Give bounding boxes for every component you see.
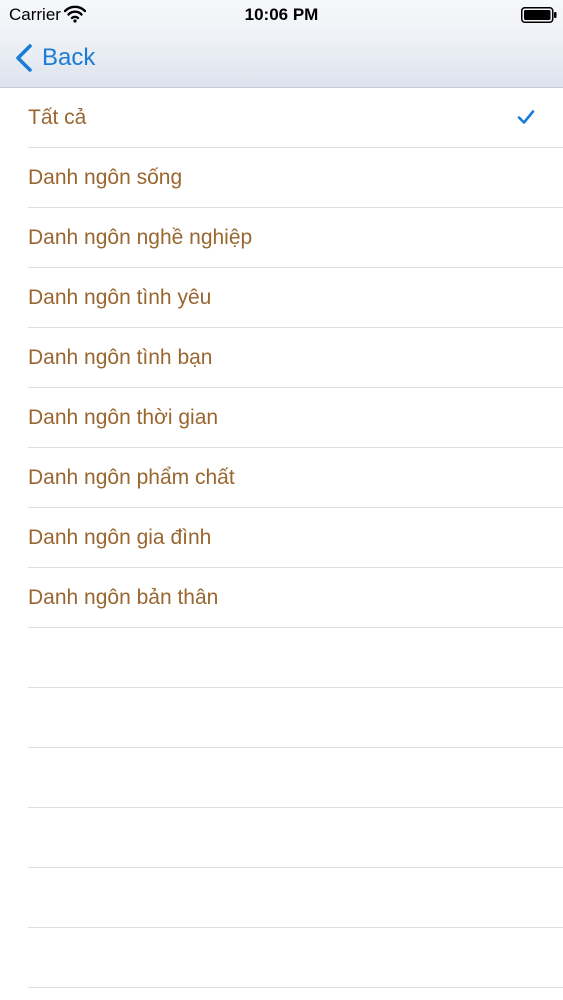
empty-row xyxy=(0,928,563,988)
category-label: Danh ngôn bản thân xyxy=(28,586,219,609)
back-button[interactable]: Back xyxy=(14,40,95,76)
top-bar: Carrier 10:06 PM Back xyxy=(0,0,563,88)
category-item-love[interactable]: Danh ngôn tình yêu xyxy=(0,268,563,328)
category-item-family[interactable]: Danh ngôn gia đình xyxy=(0,508,563,568)
clock: 10:06 PM xyxy=(244,5,319,24)
category-item-time[interactable]: Danh ngôn thời gian xyxy=(0,388,563,448)
category-label: Tất cả xyxy=(28,106,87,129)
checkmark-icon xyxy=(517,110,535,124)
category-item-all[interactable]: Tất cả xyxy=(0,88,563,148)
empty-row xyxy=(0,688,563,748)
status-bar: Carrier 10:06 PM xyxy=(0,0,563,30)
battery-icon xyxy=(521,7,557,23)
category-item-life[interactable]: Danh ngôn sống xyxy=(0,148,563,208)
category-label: Danh ngôn nghề nghiệp xyxy=(28,226,253,249)
empty-row xyxy=(0,808,563,868)
category-item-self[interactable]: Danh ngôn bản thân xyxy=(0,568,563,628)
category-label: Danh ngôn tình yêu xyxy=(28,286,212,309)
chevron-left-icon xyxy=(16,44,32,72)
navigation-bar: Back xyxy=(0,30,563,87)
category-label: Danh ngôn tình bạn xyxy=(28,346,213,369)
category-label: Danh ngôn sống xyxy=(28,166,183,189)
back-label: Back xyxy=(42,44,96,71)
category-label: Danh ngôn gia đình xyxy=(28,526,212,549)
empty-row xyxy=(0,748,563,808)
category-list: Tất cả Danh ngôn sống Danh ngôn nghề ngh… xyxy=(0,88,563,988)
empty-row xyxy=(0,868,563,928)
category-item-character[interactable]: Danh ngôn phẩm chất xyxy=(0,448,563,508)
category-item-friendship[interactable]: Danh ngôn tình bạn xyxy=(0,328,563,388)
empty-row xyxy=(0,628,563,688)
category-item-career[interactable]: Danh ngôn nghề nghiệp xyxy=(0,208,563,268)
category-label: Danh ngôn thời gian xyxy=(28,406,219,429)
category-label: Danh ngôn phẩm chất xyxy=(28,466,235,489)
